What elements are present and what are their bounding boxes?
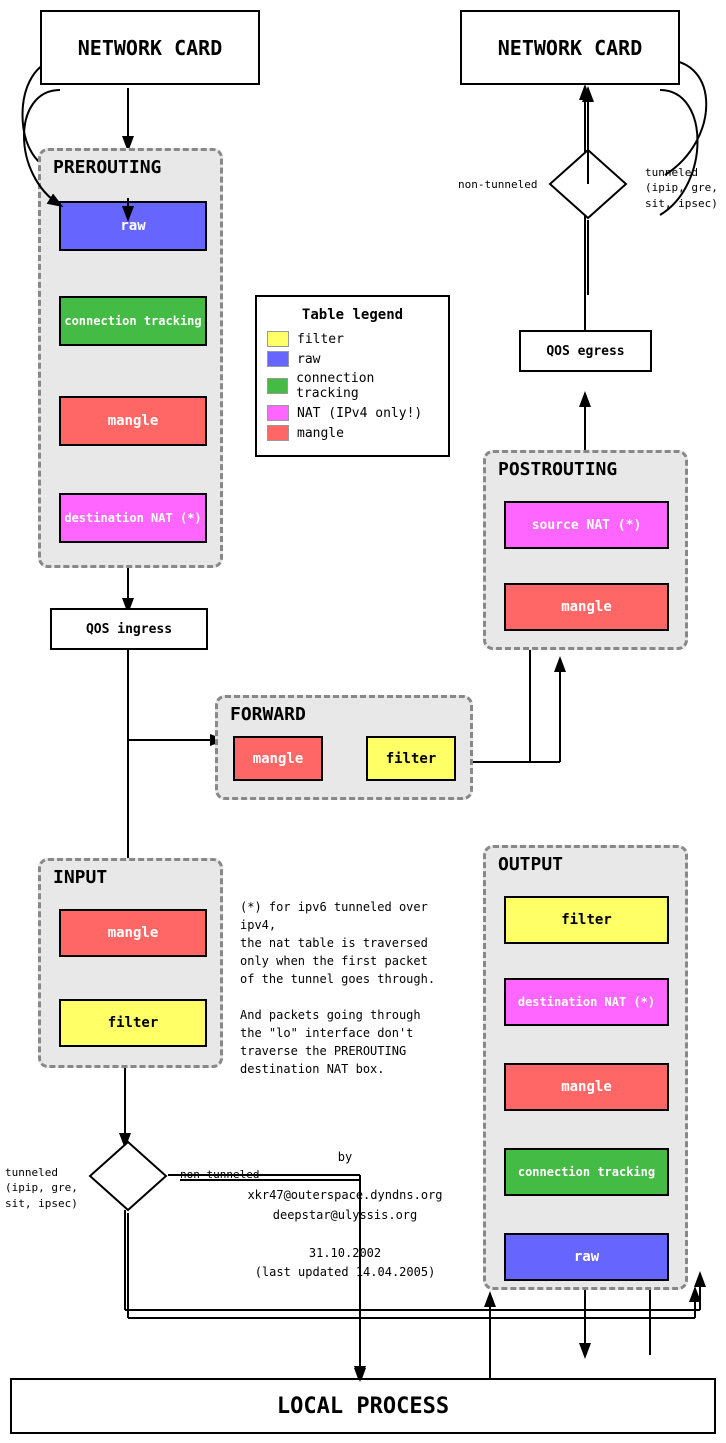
prerouting-mangle: mangle	[59, 396, 207, 446]
input-chain: INPUT mangle filter	[38, 858, 223, 1068]
forward-chain: FORWARD mangle filter	[215, 695, 473, 800]
legend-nat-color	[267, 405, 289, 421]
legend-filter: filter	[267, 331, 438, 347]
postrouting-chain: POSTROUTING source NAT (*) mangle	[483, 450, 688, 650]
legend-title: Table legend	[267, 307, 438, 323]
postrouting-title: POSTROUTING	[498, 459, 617, 480]
network-card-left: NETWORK CARD	[40, 10, 260, 85]
legend-conntrack-color	[267, 378, 288, 394]
output-raw: raw	[504, 1233, 669, 1281]
diamond-left	[88, 1140, 168, 1212]
postrouting-mangle: mangle	[504, 583, 669, 631]
qos-ingress: QOS ingress	[50, 608, 208, 650]
network-card-right: NETWORK CARD	[460, 10, 680, 85]
prerouting-chain: PREROUTING raw connection tracking mangl…	[38, 148, 223, 568]
legend-raw: raw	[267, 351, 438, 367]
tunneled-right-label: tunneled(ipip, gre,sit, ipsec)	[645, 165, 718, 211]
output-title: OUTPUT	[498, 854, 563, 875]
credit-text: by xkr47@outerspace.dyndns.org deepstar@…	[240, 1148, 450, 1282]
postrouting-source-nat: source NAT (*)	[504, 501, 669, 549]
forward-mangle: mangle	[233, 736, 323, 781]
local-process: LOCAL PROCESS	[10, 1378, 716, 1434]
forward-filter: filter	[366, 736, 456, 781]
output-filter: filter	[504, 896, 669, 944]
tunneled-left-label: tunneled(ipip, gre,sit, ipsec)	[5, 1165, 78, 1211]
output-mangle: mangle	[504, 1063, 669, 1111]
prerouting-conntrack: connection tracking	[59, 296, 207, 346]
output-chain: OUTPUT filter destination NAT (*) mangle…	[483, 845, 688, 1290]
legend-filter-color	[267, 331, 289, 347]
legend-mangle: mangle	[267, 425, 438, 441]
diagram: NETWORK CARD NETWORK CARD PREROUTING raw…	[0, 0, 726, 1443]
footnote: (*) for ipv6 tunneled over ipv4, the nat…	[240, 898, 440, 1078]
legend-raw-color	[267, 351, 289, 367]
input-mangle: mangle	[59, 909, 207, 957]
legend-mangle-color	[267, 425, 289, 441]
prerouting-raw: raw	[59, 201, 207, 251]
legend-nat: NAT (IPv4 only!)	[267, 405, 438, 421]
prerouting-title: PREROUTING	[53, 157, 161, 178]
qos-egress: QOS egress	[519, 330, 652, 372]
legend-conntrack: connection tracking	[267, 371, 438, 401]
output-dest-nat: destination NAT (*)	[504, 978, 669, 1026]
diamond-right	[548, 148, 628, 220]
forward-title: FORWARD	[230, 704, 306, 725]
legend-box: Table legend filter raw connection track…	[255, 295, 450, 457]
output-conntrack: connection tracking	[504, 1148, 669, 1196]
input-title: INPUT	[53, 867, 107, 888]
non-tunneled-right-label: non-tunneled	[458, 178, 537, 191]
prerouting-dest-nat: destination NAT (*)	[59, 493, 207, 543]
input-filter: filter	[59, 999, 207, 1047]
